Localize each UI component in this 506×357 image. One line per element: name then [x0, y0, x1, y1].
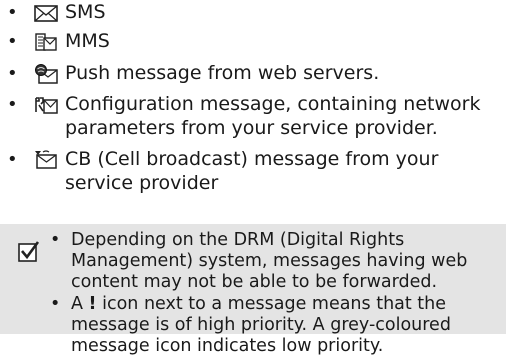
sms-envelope-icon: [34, 5, 58, 22]
checkbox-note-icon: [18, 241, 40, 262]
note-box: • Depending on the DRM (Digital Rights M…: [0, 224, 506, 356]
note-text: message is of high priority. A grey-colo…: [71, 315, 451, 335]
bullet: •: [7, 2, 18, 23]
list-item-text: CB (Cell broadcast) message from your: [65, 148, 439, 170]
list-item-text: service provider: [65, 172, 219, 194]
note-text-rest: icon next to a message means that the: [96, 294, 447, 314]
bullet: •: [7, 149, 18, 170]
bullet: •: [7, 94, 18, 115]
note-text: A ! icon next to a message means that th…: [71, 294, 446, 315]
list-item-text: Push message from web servers.: [65, 62, 380, 84]
note-text: Management) system, messages having web: [71, 251, 468, 271]
bullet: •: [7, 31, 18, 52]
exclamation-icon: !: [88, 294, 97, 314]
note-text: content may not be able to be forwarded.: [71, 272, 438, 292]
note-text: Depending on the DRM (Digital Rights: [71, 230, 405, 250]
note-text: message icon indicates low priority.: [71, 336, 384, 356]
bullet: •: [7, 63, 18, 84]
bullet: •: [50, 230, 61, 250]
list-item-text: Configuration message, containing networ…: [65, 93, 481, 115]
mms-message-icon: [35, 33, 57, 51]
list-item-text: parameters from your service provider.: [65, 117, 438, 139]
note-text-prefix: A: [71, 294, 89, 314]
list-item-text: MMS: [65, 30, 110, 52]
push-message-icon: [35, 64, 58, 84]
cell-broadcast-icon: [35, 150, 57, 169]
list-item-text: SMS: [65, 1, 106, 23]
bullet: •: [50, 294, 61, 314]
configuration-message-icon: [35, 97, 58, 114]
